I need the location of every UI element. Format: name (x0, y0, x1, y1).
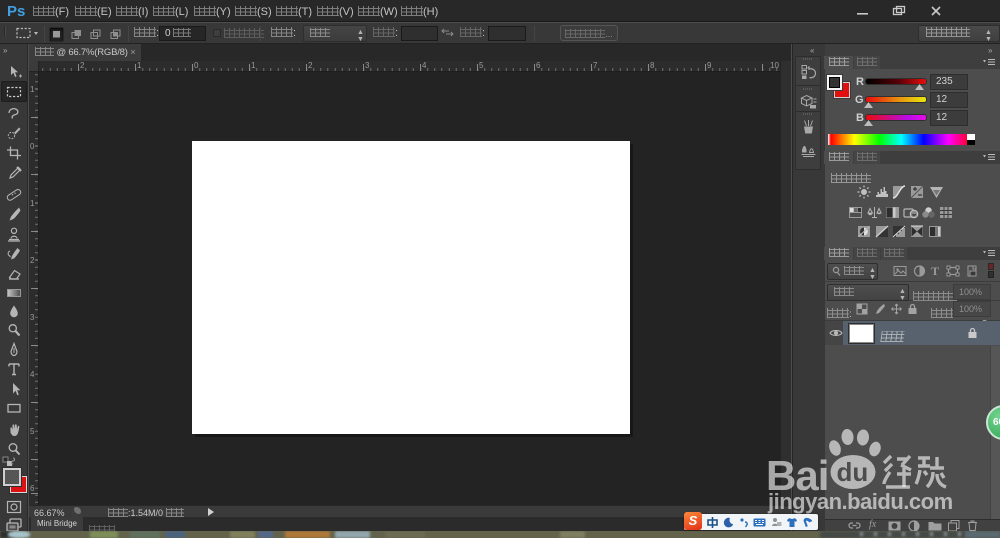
svg-text:du: du (837, 457, 869, 487)
